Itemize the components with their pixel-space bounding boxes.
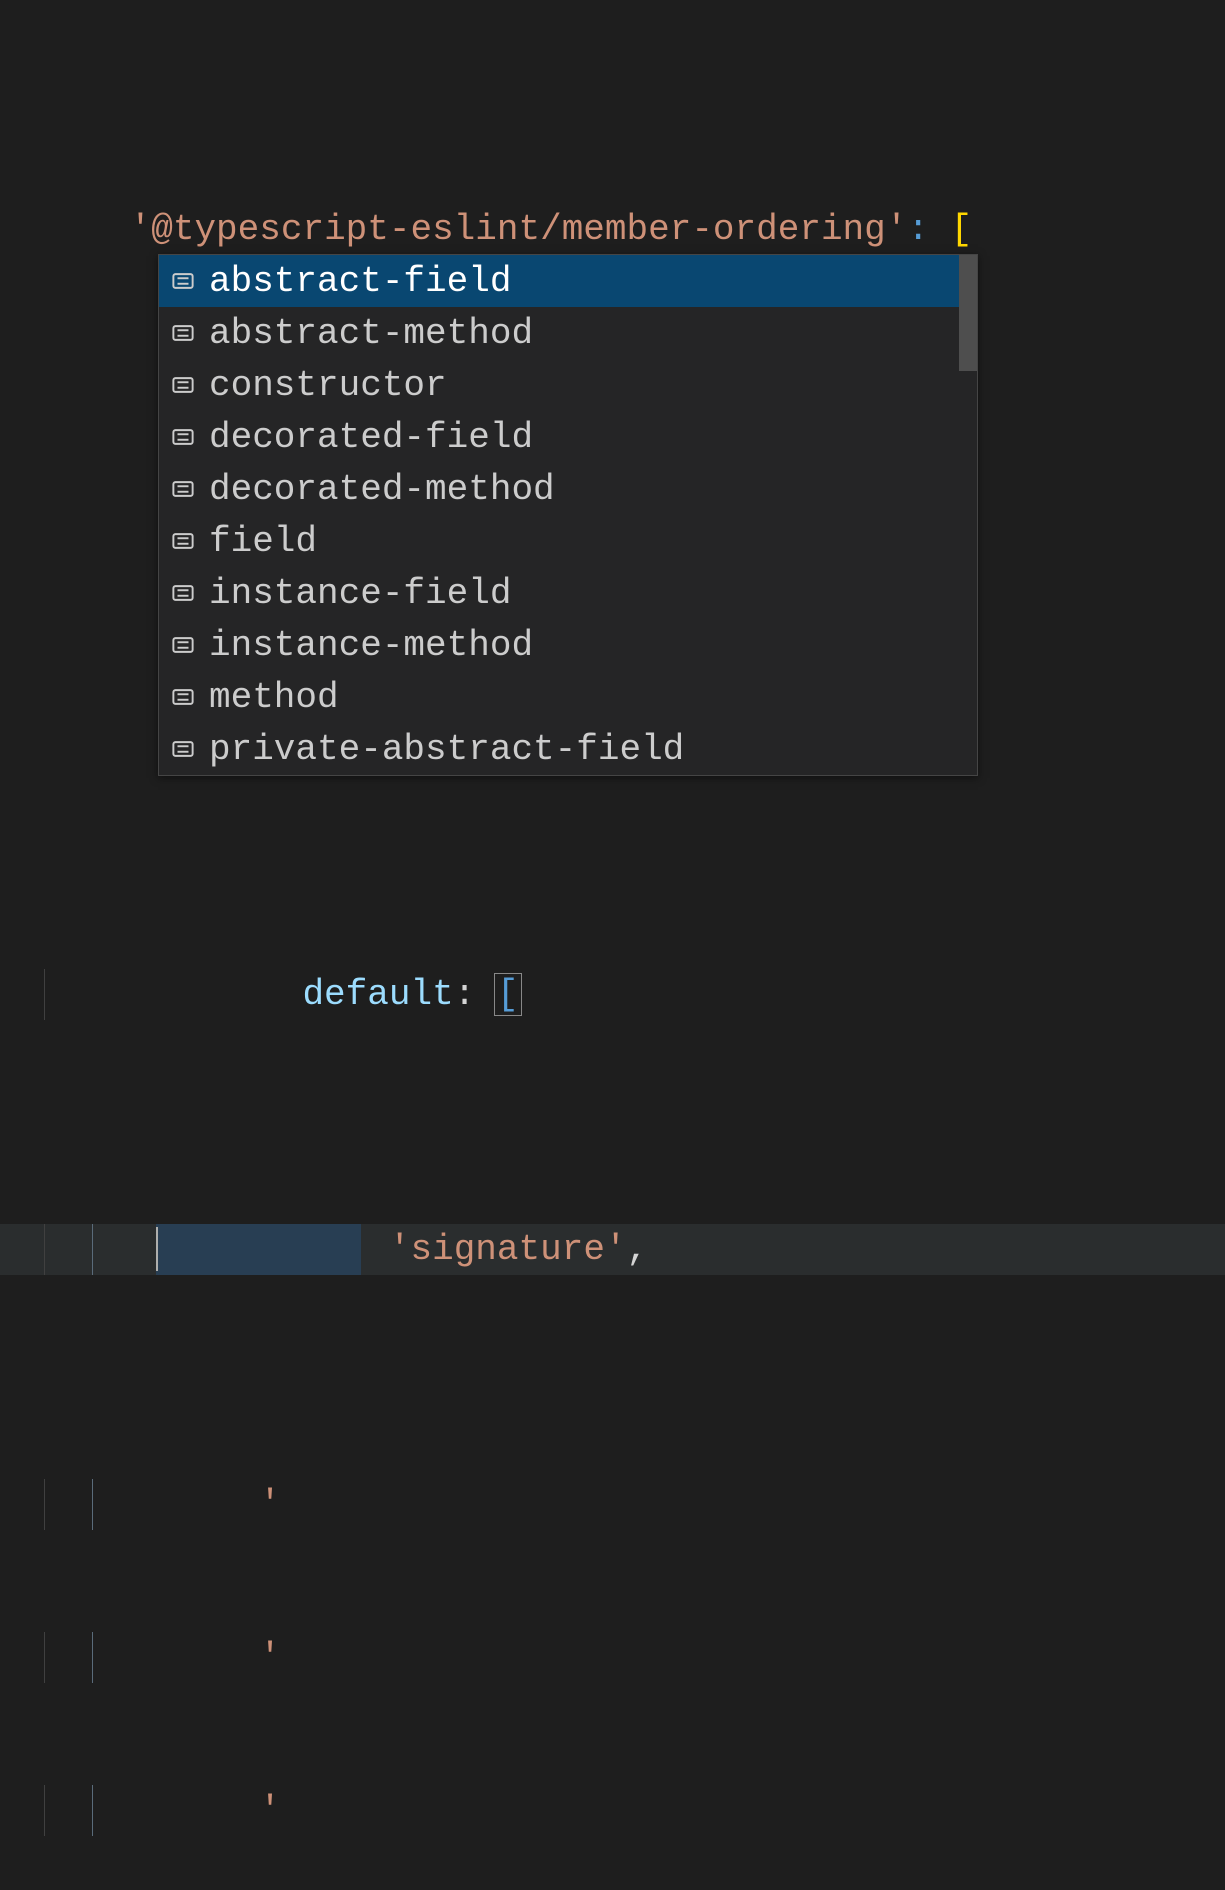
suggestion-label: field <box>209 516 317 567</box>
suggestion-label: constructor <box>209 360 447 411</box>
suggestion-label: instance-method <box>209 620 533 671</box>
suggestion-label: method <box>209 672 339 723</box>
text-cursor <box>156 1227 158 1271</box>
scrollbar[interactable] <box>959 255 977 371</box>
constant-icon <box>169 686 197 708</box>
suggestion-label: decorated-method <box>209 464 555 515</box>
code-line[interactable]: default: [ <box>0 969 1225 1020</box>
suggestion-item[interactable]: abstract-field <box>159 255 977 307</box>
suggestion-item[interactable]: method <box>159 671 977 723</box>
suggestion-item[interactable]: instance-method <box>159 619 977 671</box>
constant-icon <box>169 530 197 552</box>
constant-icon <box>169 322 197 344</box>
code-line[interactable]: ' <box>0 1479 1225 1530</box>
constant-icon <box>169 738 197 760</box>
suggestion-label: instance-field <box>209 568 511 619</box>
suggestion-label: abstract-field <box>209 256 511 307</box>
suggestion-label: abstract-method <box>209 308 533 359</box>
constant-icon <box>169 478 197 500</box>
constant-icon <box>169 270 197 292</box>
suggestion-item[interactable]: field <box>159 515 977 567</box>
code-line[interactable]: ' <box>0 1632 1225 1683</box>
constant-icon <box>169 426 197 448</box>
suggestion-item[interactable]: decorated-method <box>159 463 977 515</box>
suggestion-item[interactable]: decorated-field <box>159 411 977 463</box>
intellisense-popup[interactable]: abstract-fieldabstract-methodconstructor… <box>158 254 978 776</box>
suggestion-item[interactable]: constructor <box>159 359 977 411</box>
code-line-current[interactable]: 'signature', You, a year ago•Apply eslin… <box>0 1224 1225 1275</box>
suggestion-label: private-abstract-field <box>209 724 684 775</box>
code-line[interactable]: '@typescript-eslint/member-ordering': [ <box>0 204 1225 255</box>
code-line[interactable]: ' <box>0 1785 1225 1836</box>
suggestion-item[interactable]: instance-field <box>159 567 977 619</box>
suggestion-item[interactable]: private-abstract-field <box>159 723 977 775</box>
constant-icon <box>169 634 197 656</box>
suggestion-item[interactable]: abstract-method <box>159 307 977 359</box>
suggestion-label: decorated-field <box>209 412 533 463</box>
constant-icon <box>169 374 197 396</box>
constant-icon <box>169 582 197 604</box>
